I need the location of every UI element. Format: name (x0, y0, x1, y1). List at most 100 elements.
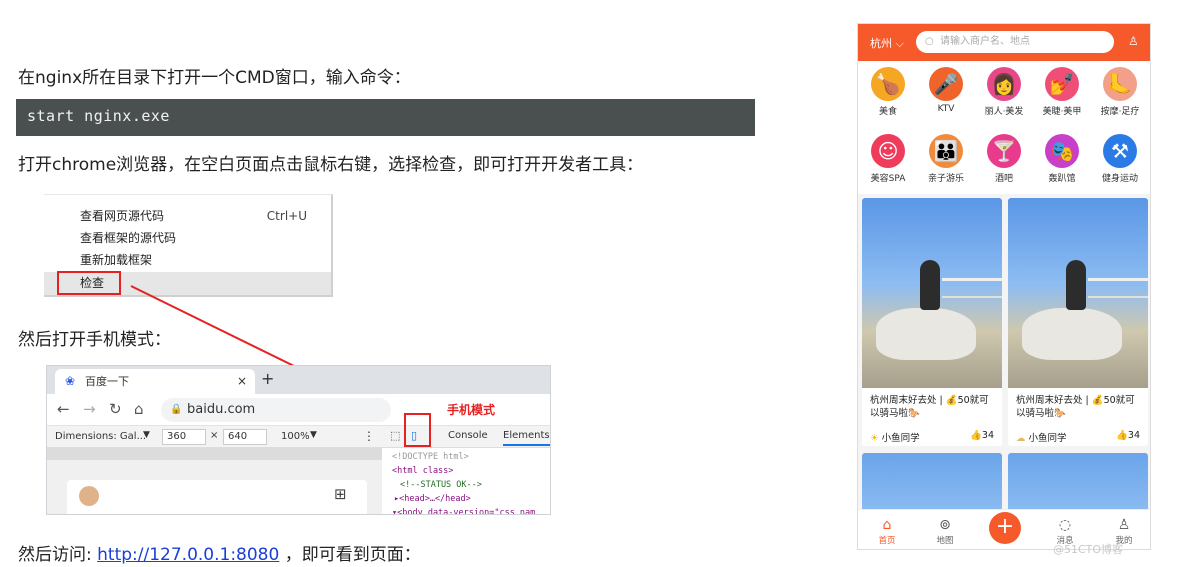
instruction-open-cmd: 在nginx所在目录下打开一个CMD窗口，输入命令： (18, 68, 411, 88)
dom-line: ▸<head>…</head> (394, 494, 471, 504)
context-menu-item[interactable]: 查看框架的源代码 (44, 227, 331, 250)
dom-tree: <!DOCTYPE html> <html class> <!--STATUS … (382, 448, 550, 514)
context-menu-label: 查看框架的源代码 (80, 231, 177, 245)
chevron-down-icon: ▼ (143, 430, 150, 440)
dom-line: <!--STATUS OK--> (400, 480, 482, 490)
tab-elements[interactable]: Elements (503, 430, 550, 446)
category-label: 健身运动 (1101, 174, 1138, 184)
message-icon: ◌ (1058, 517, 1072, 533)
like-count: 34 (981, 430, 994, 441)
forward-icon[interactable]: → (83, 400, 96, 418)
nav-map[interactable]: ⊚ 地图 (925, 516, 965, 546)
reload-icon[interactable]: ↻ (109, 400, 122, 418)
code-block: start nginx.exe (16, 99, 755, 136)
post-author: ☁ 小鱼同学 (1016, 430, 1067, 444)
emulated-viewport: ⊞ (47, 460, 382, 514)
user-icon: ♙ (1117, 517, 1131, 533)
photo-fence (1088, 278, 1148, 298)
category-item[interactable]: 👪 亲子游乐 (920, 134, 972, 184)
nail-icon: 💅 (1045, 67, 1079, 101)
post-author: ☀ 小鱼同学 (870, 430, 920, 444)
cloud-icon: ☁ (1016, 433, 1026, 444)
post-title: 杭州周末好去处 | 💰50就可以骑马啦🐎 (870, 395, 989, 419)
nav-label: 首页 (878, 536, 896, 546)
url-bar[interactable]: 🔒 baidu.com (161, 398, 391, 422)
photo-horse (876, 308, 976, 360)
post-title: 杭州周末好去处 | 💰50就可以骑马啦🐎 (1016, 395, 1135, 419)
category-label: 按摩·足疗 (1100, 107, 1140, 117)
home-icon: ⌂ (882, 517, 892, 533)
photo-horse (1022, 308, 1122, 360)
thumbs-up-icon: 👍 (1116, 430, 1128, 441)
browser-screenshot: ❀ 百度一下 × + ← → ↻ ⌂ 🔒 baidu.com Dimension… (46, 365, 551, 515)
post-card-partial[interactable] (862, 453, 1002, 513)
context-menu-item[interactable]: 重新加载框架 (44, 249, 331, 272)
back-icon[interactable]: ← (57, 400, 70, 418)
tab-bar: ❀ 百度一下 × + (47, 366, 550, 394)
category-label: 丽人·美发 (984, 107, 1024, 117)
post-photo (1008, 198, 1148, 388)
context-menu-label: 重新加载框架 (80, 253, 153, 267)
author-name: 小鱼同学 (881, 433, 920, 444)
home-icon[interactable]: ⌂ (134, 400, 144, 418)
width-input[interactable]: 360 (162, 429, 206, 445)
category-item[interactable]: 🍗 美食 (862, 67, 914, 117)
food-icon: 🍗 (871, 67, 905, 101)
more-options-icon[interactable]: ⋮ (363, 429, 375, 443)
baidu-paw-icon: ❀ (65, 374, 76, 388)
category-item[interactable]: 🎤 KTV (920, 67, 972, 114)
category-item[interactable]: 💅 美睫·美甲 (1036, 67, 1088, 117)
microphone-icon: 🎤 (929, 67, 963, 101)
category-item[interactable]: 🦶 按摩·足疗 (1094, 67, 1146, 117)
category-label: 美食 (878, 107, 897, 117)
post-card[interactable]: 杭州周末好去处 | 💰50就可以骑马啦🐎 ☀ 小鱼同学 👍34 (862, 198, 1002, 446)
search-input[interactable]: ○ 请输入商户名、地点 (916, 31, 1114, 53)
visit-prefix: 然后访问: (18, 545, 98, 565)
category-item[interactable]: 🎭 轰趴馆 (1036, 134, 1088, 184)
category-label: 美睫·美甲 (1042, 107, 1082, 117)
chevron-down-icon: ▼ (310, 430, 317, 440)
category-item[interactable]: ⚒ 健身运动 (1094, 134, 1146, 184)
post-likes[interactable]: 👍34 (1116, 430, 1140, 441)
category-label: 美容SPA (870, 174, 906, 184)
nav-label: 地图 (936, 536, 954, 546)
url-text: baidu.com (187, 402, 256, 417)
user-icon[interactable]: ♙ (1128, 34, 1139, 48)
ruler (47, 448, 382, 460)
photo-rider (920, 260, 940, 310)
category-label: 酒吧 (994, 174, 1013, 184)
category-item[interactable]: ☺ 美容SPA (862, 134, 914, 184)
device-toggle-highlight-box (404, 413, 431, 447)
height-input[interactable]: 640 (223, 429, 267, 445)
mobile-mode-label: 手机模式 (447, 403, 496, 417)
visit-suffix: ，即可看到页面： (279, 545, 421, 565)
category-grid: 🍗 美食 🎤 KTV 👩 丽人·美发 💅 美睫·美甲 🦶 按摩·足疗 ☺ 美容S… (858, 61, 1150, 194)
qr-code-icon[interactable]: ⊞ (334, 485, 347, 503)
post-card[interactable]: 杭州周末好去处 | 💰50就可以骑马啦🐎 ☁ 小鱼同学 👍34 (1008, 198, 1148, 446)
mask-icon: 🎭 (1045, 134, 1079, 168)
like-count: 34 (1127, 430, 1140, 441)
phone-preview: 杭州 ⌵ ○ 请输入商户名、地点 ♙ 🍗 美食 🎤 KTV 👩 丽人·美发 💅 … (857, 23, 1151, 550)
zoom-select[interactable]: 100% (281, 431, 310, 442)
post-card-partial[interactable] (1008, 453, 1148, 513)
spa-icon: ☺ (871, 134, 905, 168)
post-likes[interactable]: 👍34 (970, 430, 994, 441)
category-item[interactable]: 🍸 酒吧 (978, 134, 1030, 184)
browser-tab[interactable]: ❀ 百度一下 × (55, 369, 255, 394)
context-menu-item[interactable]: 查看网页源代码 Ctrl+U (44, 205, 331, 228)
nav-home[interactable]: ⌂ 首页 (867, 516, 907, 546)
category-item[interactable]: 👩 丽人·美发 (978, 67, 1030, 117)
dumbbell-icon: ⚒ (1103, 134, 1137, 168)
close-tab-icon[interactable]: × (237, 369, 247, 394)
category-label: 轰趴馆 (1048, 174, 1076, 184)
new-tab-icon[interactable]: + (261, 369, 274, 388)
instruction-open-devtools: 打开chrome浏览器，在空白页面点击鼠标右键，选择检查，即可打开开发者工具： (18, 155, 644, 175)
localhost-link[interactable]: http://127.0.0.1:8080 (97, 545, 279, 565)
city-selector[interactable]: 杭州 ⌵ (870, 35, 904, 51)
inspect-element-icon[interactable]: ⬚ (390, 429, 400, 442)
emulated-page: ⊞ (67, 480, 367, 514)
tab-console[interactable]: Console (448, 430, 488, 441)
dimensions-select[interactable]: Dimensions: Gal... (55, 431, 146, 442)
watermark: @51CTO博客 (1053, 543, 1124, 556)
plus-icon[interactable]: + (989, 512, 1021, 544)
